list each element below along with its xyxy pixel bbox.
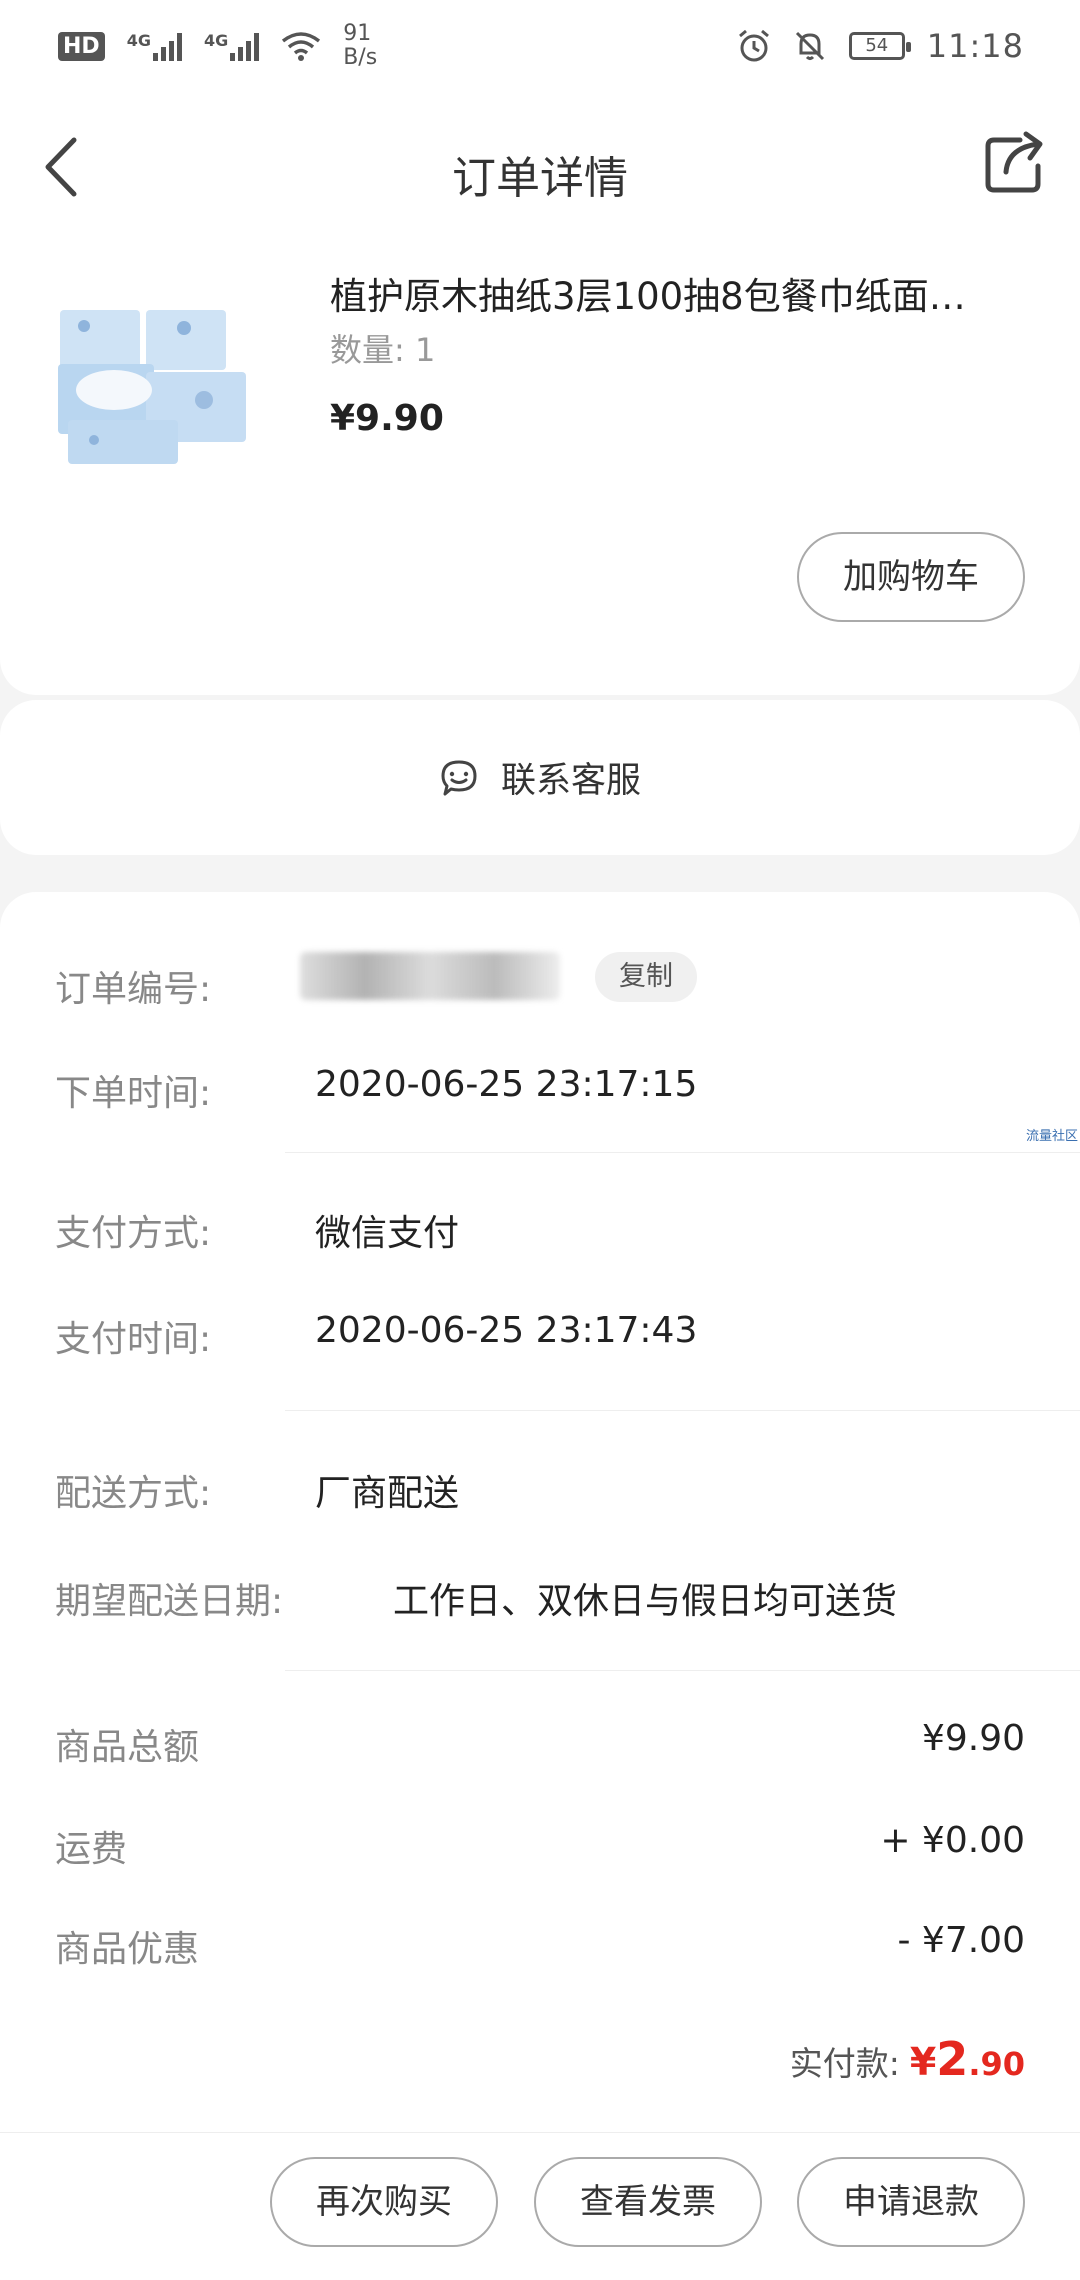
goods-total-label: 商品总额 (55, 1727, 200, 1768)
battery-indicator: 54 (848, 32, 911, 60)
order-number-redacted (300, 952, 560, 1000)
wifi-icon (282, 32, 321, 61)
paid-currency: ¥ (909, 2040, 937, 2084)
watermark-text: 流量社区 (1025, 1129, 1078, 1144)
share-icon[interactable] (980, 128, 1050, 198)
pay-time-value: 2020-06-25 23:17:43 (315, 1310, 698, 1351)
pay-method-value: 微信支付 (315, 1213, 460, 1254)
status-bar: HD 4G 4G 91 B/s 54 11:18 (0, 0, 1080, 92)
delivery-method-value: 厂商配送 (315, 1473, 460, 1514)
shipping-value: + ¥0.00 (880, 1820, 1025, 1861)
view-invoice-button[interactable]: 查看发票 (534, 2157, 762, 2247)
divider (285, 1410, 1080, 1411)
pay-method-label: 支付方式: (55, 1213, 212, 1254)
product-price: ¥9.90 (330, 398, 444, 439)
network-type-2: 4G (203, 31, 229, 50)
customer-service-icon (441, 760, 477, 795)
shipping-label: 运费 (55, 1829, 128, 1870)
pay-time-label: 支付时间: (55, 1319, 212, 1360)
divider (285, 1670, 1080, 1671)
delivery-method-label: 配送方式: (55, 1473, 212, 1514)
buy-again-button[interactable]: 再次购买 (270, 2157, 498, 2247)
contact-service-label: 联系客服 (500, 761, 641, 801)
product-quantity: 数量: 1 (330, 331, 436, 369)
discount-label: 商品优惠 (55, 1929, 200, 1970)
expected-date-value: 工作日、双休日与假日均可送货 (393, 1581, 898, 1622)
order-time-value: 2020-06-25 23:17:15 (315, 1064, 698, 1105)
paid-decimal: .90 (968, 2045, 1025, 2083)
signal-1-icon: 4G (127, 31, 182, 61)
paid-label: 实付款: (789, 2044, 900, 2083)
request-refund-button[interactable]: 申请退款 (797, 2157, 1025, 2247)
order-time-label: 下单时间: (55, 1073, 212, 1114)
divider (285, 1152, 1080, 1153)
bottom-action-bar: 再次购买 查看发票 申请退款 (0, 2132, 1080, 2280)
add-to-cart-button[interactable]: 加购物车 (797, 532, 1025, 622)
discount-value: - ¥7.00 (897, 1920, 1026, 1961)
network-speed: 91 B/s (343, 21, 378, 70)
hd-label: HD (58, 31, 105, 61)
product-card[interactable]: 植护原木抽纸3层100抽8包餐巾纸面… 数量: 1 ¥9.90 加购物车 (0, 240, 1080, 695)
contact-service-button[interactable]: 联系客服 (0, 700, 1080, 855)
product-thumbnail[interactable] (54, 280, 246, 472)
page-title: 订单详情 (452, 153, 628, 204)
product-name[interactable]: 植护原木抽纸3层100抽8包餐巾纸面… (330, 266, 1030, 320)
signal-2-icon: 4G (203, 31, 260, 61)
paid-integer: 2 (936, 2032, 969, 2086)
clock: 11:18 (926, 27, 1024, 65)
goods-total-value: ¥9.90 (921, 1718, 1025, 1759)
copy-order-number-button[interactable]: 复制 (595, 952, 697, 1002)
app-header: 订单详情 (0, 92, 1080, 240)
order-number-label: 订单编号: (55, 969, 212, 1010)
mute-bell-icon (795, 31, 824, 61)
paid-amount: ¥2.90 (910, 2032, 1025, 2086)
order-detail-card: 订单编号: 复制 下单时间: 2020-06-25 23:17:15 流量社区 … (0, 892, 1080, 2132)
network-type-1: 4G (126, 31, 151, 50)
expected-date-label: 期望配送日期: (55, 1581, 284, 1622)
alarm-icon (738, 29, 769, 62)
paid-amount-row: 实付款: ¥2.90 (790, 2032, 1025, 2086)
